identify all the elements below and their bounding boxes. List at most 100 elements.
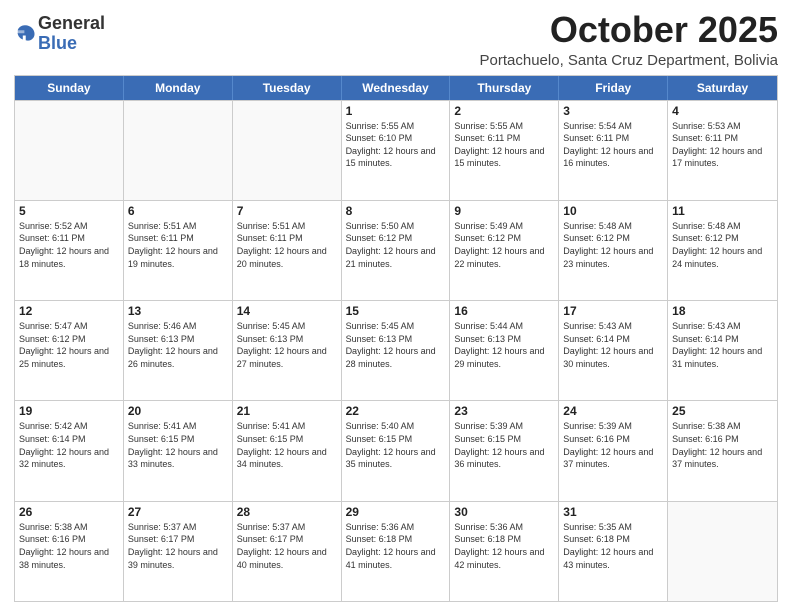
calendar-cell-3-5: 24Sunrise: 5:39 AM Sunset: 6:16 PM Dayli…: [559, 401, 668, 500]
day-info: Sunrise: 5:36 AM Sunset: 6:18 PM Dayligh…: [346, 521, 446, 571]
calendar-cell-0-1: [124, 101, 233, 200]
calendar: Sunday Monday Tuesday Wednesday Thursday…: [14, 75, 778, 602]
calendar-cell-4-1: 27 Sunrise: 5:37 AM Sunset: 6:17 PM Dayli…: [124, 502, 233, 601]
calendar-cell-1-3: 8 Sunrise: 5:50 AM Sunset: 6:12 PM Daylig…: [342, 201, 451, 300]
header-sunday: Sunday: [15, 76, 124, 100]
calendar-cell-2-1: 13 Sunrise: 5:46 AM Sunset: 6:13 PM Dayli…: [124, 301, 233, 400]
day-info: Sunrise: 5:41 AM Sunset: 6:15 PM Dayligh…: [237, 420, 337, 470]
day-number: 18: [672, 304, 773, 318]
day-number: 11: [672, 204, 773, 218]
header-thursday: Thursday: [450, 76, 559, 100]
calendar-cell-2-3: 15Sunrise: 5:45 AM Sunset: 6:13 PM Dayli…: [342, 301, 451, 400]
calendar-cell-0-4: 2 Sunrise: 5:55 AM Sunset: 6:11 PM Daylig…: [450, 101, 559, 200]
day-info: Sunrise: 5:37 AM Sunset: 6:17 PM Dayligh…: [237, 521, 337, 571]
logo-icon: [14, 23, 36, 45]
day-number: 25: [672, 404, 773, 418]
day-info: Sunrise: 5:54 AM Sunset: 6:11 PM Dayligh…: [563, 120, 663, 170]
day-info: Sunrise: 5:38 AM Sunset: 6:16 PM Dayligh…: [672, 420, 773, 470]
day-info: Sunrise: 5:42 AM Sunset: 6:14 PM Dayligh…: [19, 420, 119, 470]
calendar-cell-0-3: 1 Sunrise: 5:55 AM Sunset: 6:10 PM Daylig…: [342, 101, 451, 200]
header-tuesday: Tuesday: [233, 76, 342, 100]
day-info: Sunrise: 5:45 AM Sunset: 6:13 PM Dayligh…: [237, 320, 337, 370]
day-info: Sunrise: 5:55 AM Sunset: 6:11 PM Dayligh…: [454, 120, 554, 170]
title-block: October 2025 Portachuelo, Santa Cruz Dep…: [480, 10, 778, 69]
logo: General Blue: [14, 14, 105, 54]
day-info: Sunrise: 5:43 AM Sunset: 6:14 PM Dayligh…: [672, 320, 773, 370]
calendar-cell-0-6: 4 Sunrise: 5:53 AM Sunset: 6:11 PM Daylig…: [668, 101, 777, 200]
header-wednesday: Wednesday: [342, 76, 451, 100]
day-info: Sunrise: 5:52 AM Sunset: 6:11 PM Dayligh…: [19, 220, 119, 270]
calendar-cell-4-0: 26Sunrise: 5:38 AM Sunset: 6:16 PM Dayli…: [15, 502, 124, 601]
calendar-cell-3-4: 23 Sunrise: 5:39 AM Sunset: 6:15 PM Dayli…: [450, 401, 559, 500]
day-info: Sunrise: 5:55 AM Sunset: 6:10 PM Dayligh…: [346, 120, 446, 170]
calendar-header: Sunday Monday Tuesday Wednesday Thursday…: [15, 76, 777, 100]
day-number: 19: [19, 404, 119, 418]
calendar-cell-1-2: 7Sunrise: 5:51 AM Sunset: 6:11 PM Daylig…: [233, 201, 342, 300]
calendar-cell-2-2: 14Sunrise: 5:45 AM Sunset: 6:13 PM Dayli…: [233, 301, 342, 400]
day-info: Sunrise: 5:47 AM Sunset: 6:12 PM Dayligh…: [19, 320, 119, 370]
day-info: Sunrise: 5:51 AM Sunset: 6:11 PM Dayligh…: [128, 220, 228, 270]
calendar-row-4: 26Sunrise: 5:38 AM Sunset: 6:16 PM Dayli…: [15, 501, 777, 601]
day-number: 29: [346, 505, 446, 519]
day-number: 22: [346, 404, 446, 418]
day-number: 30: [454, 505, 554, 519]
day-number: 1: [346, 104, 446, 118]
calendar-cell-3-3: 22 Sunrise: 5:40 AM Sunset: 6:15 PM Dayli…: [342, 401, 451, 500]
page: General Blue October 2025 Portachuelo, S…: [0, 0, 792, 612]
day-number: 13: [128, 304, 228, 318]
calendar-row-3: 19 Sunrise: 5:42 AM Sunset: 6:14 PM Dayli…: [15, 400, 777, 500]
calendar-cell-2-6: 18 Sunrise: 5:43 AM Sunset: 6:14 PM Dayli…: [668, 301, 777, 400]
calendar-cell-4-4: 30Sunrise: 5:36 AM Sunset: 6:18 PM Dayli…: [450, 502, 559, 601]
day-info: Sunrise: 5:40 AM Sunset: 6:15 PM Dayligh…: [346, 420, 446, 470]
calendar-cell-2-0: 12Sunrise: 5:47 AM Sunset: 6:12 PM Dayli…: [15, 301, 124, 400]
day-info: Sunrise: 5:37 AM Sunset: 6:17 PM Dayligh…: [128, 521, 228, 571]
day-number: 26: [19, 505, 119, 519]
day-info: Sunrise: 5:49 AM Sunset: 6:12 PM Dayligh…: [454, 220, 554, 270]
day-number: 10: [563, 204, 663, 218]
day-number: 20: [128, 404, 228, 418]
day-info: Sunrise: 5:35 AM Sunset: 6:18 PM Dayligh…: [563, 521, 663, 571]
day-number: 31: [563, 505, 663, 519]
day-number: 8: [346, 204, 446, 218]
day-info: Sunrise: 5:53 AM Sunset: 6:11 PM Dayligh…: [672, 120, 773, 170]
calendar-row-1: 5 Sunrise: 5:52 AM Sunset: 6:11 PM Daylig…: [15, 200, 777, 300]
calendar-cell-4-6: [668, 502, 777, 601]
calendar-cell-1-5: 10Sunrise: 5:48 AM Sunset: 6:12 PM Dayli…: [559, 201, 668, 300]
calendar-cell-2-5: 17 Sunrise: 5:43 AM Sunset: 6:14 PM Dayli…: [559, 301, 668, 400]
calendar-cell-4-5: 31 Sunrise: 5:35 AM Sunset: 6:18 PM Dayli…: [559, 502, 668, 601]
day-info: Sunrise: 5:50 AM Sunset: 6:12 PM Dayligh…: [346, 220, 446, 270]
calendar-cell-3-6: 25 Sunrise: 5:38 AM Sunset: 6:16 PM Dayli…: [668, 401, 777, 500]
day-number: 3: [563, 104, 663, 118]
calendar-cell-1-0: 5 Sunrise: 5:52 AM Sunset: 6:11 PM Daylig…: [15, 201, 124, 300]
logo-text: General Blue: [38, 14, 105, 54]
day-info: Sunrise: 5:39 AM Sunset: 6:16 PM Dayligh…: [563, 420, 663, 470]
day-info: Sunrise: 5:39 AM Sunset: 6:15 PM Dayligh…: [454, 420, 554, 470]
calendar-cell-1-1: 6Sunrise: 5:51 AM Sunset: 6:11 PM Daylig…: [124, 201, 233, 300]
calendar-cell-0-5: 3 Sunrise: 5:54 AM Sunset: 6:11 PM Daylig…: [559, 101, 668, 200]
day-number: 21: [237, 404, 337, 418]
day-number: 27: [128, 505, 228, 519]
header-monday: Monday: [124, 76, 233, 100]
day-info: Sunrise: 5:48 AM Sunset: 6:12 PM Dayligh…: [672, 220, 773, 270]
calendar-cell-4-2: 28Sunrise: 5:37 AM Sunset: 6:17 PM Dayli…: [233, 502, 342, 601]
header-friday: Friday: [559, 76, 668, 100]
day-number: 5: [19, 204, 119, 218]
calendar-body: 1 Sunrise: 5:55 AM Sunset: 6:10 PM Daylig…: [15, 100, 777, 601]
day-number: 15: [346, 304, 446, 318]
day-info: Sunrise: 5:41 AM Sunset: 6:15 PM Dayligh…: [128, 420, 228, 470]
day-number: 17: [563, 304, 663, 318]
day-number: 4: [672, 104, 773, 118]
calendar-row-2: 12Sunrise: 5:47 AM Sunset: 6:12 PM Dayli…: [15, 300, 777, 400]
day-number: 23: [454, 404, 554, 418]
day-info: Sunrise: 5:46 AM Sunset: 6:13 PM Dayligh…: [128, 320, 228, 370]
day-number: 2: [454, 104, 554, 118]
day-info: Sunrise: 5:43 AM Sunset: 6:14 PM Dayligh…: [563, 320, 663, 370]
day-info: Sunrise: 5:44 AM Sunset: 6:13 PM Dayligh…: [454, 320, 554, 370]
day-number: 7: [237, 204, 337, 218]
calendar-row-0: 1 Sunrise: 5:55 AM Sunset: 6:10 PM Daylig…: [15, 100, 777, 200]
day-number: 9: [454, 204, 554, 218]
calendar-cell-3-2: 21 Sunrise: 5:41 AM Sunset: 6:15 PM Dayli…: [233, 401, 342, 500]
calendar-cell-2-4: 16Sunrise: 5:44 AM Sunset: 6:13 PM Dayli…: [450, 301, 559, 400]
calendar-cell-1-6: 11 Sunrise: 5:48 AM Sunset: 6:12 PM Dayli…: [668, 201, 777, 300]
calendar-cell-0-2: [233, 101, 342, 200]
